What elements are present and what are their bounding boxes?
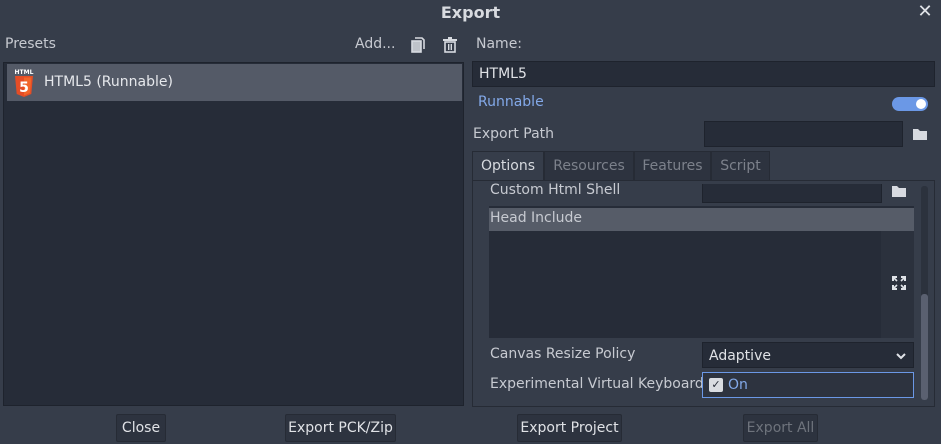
- svg-text:5: 5: [19, 80, 29, 96]
- trash-icon[interactable]: [441, 36, 459, 54]
- export-project-button[interactable]: Export Project: [517, 414, 622, 442]
- canvas-resize-policy-select[interactable]: Adaptive: [702, 342, 914, 368]
- runnable-toggle[interactable]: [892, 97, 928, 111]
- toggle-knob: [916, 99, 926, 109]
- export-path-input[interactable]: [704, 121, 903, 147]
- runnable-label: Runnable: [478, 94, 544, 110]
- custom-html-shell-input[interactable]: [702, 184, 882, 203]
- close-button[interactable]: Close: [116, 414, 166, 442]
- presets-list[interactable]: HTML 5 HTML5 (Runnable): [3, 62, 464, 406]
- options-scroll-thumb[interactable]: [921, 294, 928, 400]
- tab-resources[interactable]: Resources: [544, 151, 634, 181]
- tab-features[interactable]: Features: [634, 151, 711, 181]
- export-all-button[interactable]: Export All: [743, 414, 818, 442]
- name-input[interactable]: HTML5: [472, 61, 935, 87]
- head-include-label: Head Include: [490, 210, 583, 226]
- name-label: Name:: [476, 36, 523, 52]
- html5-icon: HTML 5: [13, 68, 35, 98]
- virtual-keyboard-checkbox[interactable]: ✓ On: [702, 372, 914, 398]
- export-pck-button[interactable]: Export PCK/Zip: [285, 414, 396, 442]
- preset-item-html5[interactable]: HTML 5 HTML5 (Runnable): [7, 64, 462, 101]
- close-icon[interactable]: ✕: [915, 2, 935, 22]
- preset-item-label: HTML5 (Runnable): [44, 74, 173, 90]
- folder-icon[interactable]: [891, 184, 907, 198]
- tabs-bar: Options Resources Features Script: [472, 151, 935, 181]
- add-preset-button[interactable]: Add...: [355, 36, 395, 52]
- svg-text:HTML: HTML: [15, 69, 34, 76]
- checkmark-icon: ✓: [709, 378, 723, 392]
- window-title: Export: [440, 3, 501, 22]
- custom-html-shell-label: Custom Html Shell: [490, 182, 621, 198]
- virtual-keyboard-label: Experimental Virtual Keyboard: [490, 376, 704, 392]
- virtual-keyboard-value: On: [728, 377, 748, 393]
- canvas-resize-policy-label: Canvas Resize Policy: [490, 346, 636, 362]
- duplicate-icon[interactable]: [409, 36, 427, 54]
- export-path-label: Export Path: [473, 126, 555, 142]
- presets-label: Presets: [5, 36, 56, 52]
- tab-script[interactable]: Script: [711, 151, 770, 181]
- tab-options[interactable]: Options: [472, 151, 544, 181]
- expand-icon[interactable]: [891, 275, 907, 291]
- folder-icon[interactable]: [906, 121, 934, 147]
- canvas-resize-policy-value: Adaptive: [709, 348, 771, 364]
